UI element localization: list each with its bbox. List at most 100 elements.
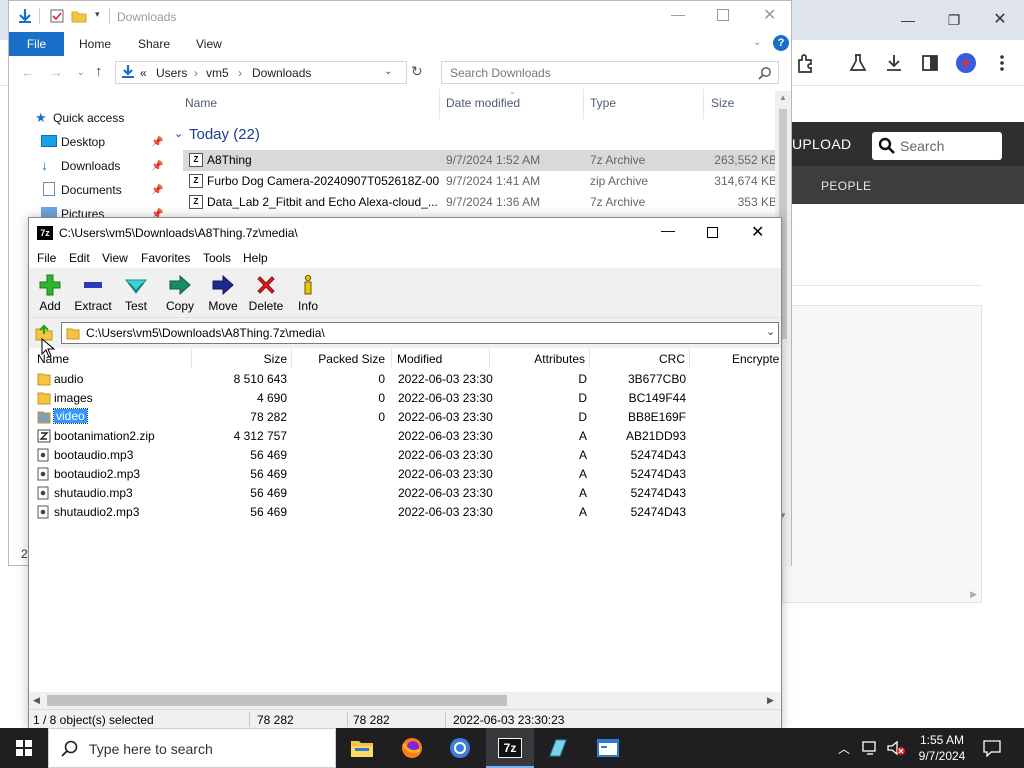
explorer-search-input[interactable]: Search Downloads [441, 61, 779, 84]
site-nav-people[interactable]: PEOPLE [821, 179, 871, 193]
forward-arrow-icon[interactable]: → [49, 64, 63, 80]
explorer-close-button[interactable]: ✕ [763, 5, 776, 25]
column-divider[interactable] [703, 89, 704, 119]
scroll-right-icon[interactable]: ▶ [767, 695, 774, 706]
menu-favorites[interactable]: Favorites [141, 251, 190, 265]
nav-desktop[interactable]: Desktop [61, 135, 105, 149]
7zip-close-button[interactable]: ✕ [751, 222, 764, 242]
scrollbar-thumb[interactable] [47, 695, 507, 706]
column-crc[interactable]: CRC [591, 352, 685, 366]
refresh-icon[interactable]: ↻ [411, 63, 423, 80]
column-divider[interactable] [589, 348, 590, 368]
extensions-icon[interactable] [794, 51, 818, 75]
column-divider[interactable] [291, 348, 292, 368]
file-row[interactable]: Z Furbo Dog Camera-20240907T052618Z-001 … [183, 171, 779, 192]
taskbar-7zip[interactable]: 7z [486, 728, 534, 768]
browser-minimize-button[interactable]: — [896, 8, 920, 32]
column-name[interactable]: Name [185, 96, 217, 110]
scroll-right-arrow-icon[interactable]: ▶ [970, 589, 977, 600]
7zip-maximize-button[interactable] [707, 227, 718, 238]
taskbar-search-box[interactable]: Type here to search [48, 728, 336, 768]
start-button[interactable] [0, 728, 48, 768]
add-button[interactable]: Add [27, 273, 73, 313]
explorer-maximize-button[interactable] [717, 9, 729, 21]
scroll-up-icon[interactable]: ▲ [779, 93, 787, 102]
menu-help[interactable]: Help [243, 251, 268, 265]
nav-downloads[interactable]: Downloads [61, 159, 120, 173]
site-upload-link[interactable]: UPLOAD [792, 136, 851, 152]
extract-button[interactable]: Extract [70, 273, 116, 313]
archive-row[interactable]: bootaudio2.mp3 56 469 2022-06-03 23:30 A 524… [33, 465, 777, 484]
up-arrow-icon[interactable]: ↑ [95, 63, 103, 80]
ribbon-expand-icon[interactable]: ⌄ [753, 37, 761, 48]
show-hidden-icons-chevron-icon[interactable]: ︿ [838, 740, 850, 757]
taskbar-notepad[interactable] [534, 728, 582, 768]
new-folder-icon[interactable] [71, 8, 87, 24]
group-header-today[interactable]: Today (22) [189, 126, 260, 143]
archive-row[interactable]: shutaudio2.mp3 56 469 2022-06-03 23:30 A 524… [33, 503, 777, 522]
nav-quick-access[interactable]: Quick access [53, 111, 124, 125]
taskbar-chrome[interactable] [436, 728, 484, 768]
file-row[interactable]: Z Data_Lab 2_Fitbit and Echo Alexa-cloud… [183, 192, 779, 213]
column-date-modified[interactable]: Date modified [446, 96, 520, 110]
column-type[interactable]: Type [590, 96, 616, 110]
column-attributes[interactable]: Attributes [491, 352, 585, 366]
breadcrumb-overflow[interactable]: « [140, 66, 147, 80]
tab-view[interactable]: View [196, 37, 222, 51]
taskbar-clock[interactable]: 1:55 AM 9/7/2024 [912, 732, 972, 764]
column-divider[interactable] [689, 348, 690, 368]
7zip-minimize-button[interactable]: — [661, 222, 675, 238]
properties-icon[interactable] [49, 8, 65, 24]
column-size[interactable]: Size [711, 96, 734, 110]
archive-row[interactable]: images 4 690 0 2022-06-03 23:30 D BC149F44 [33, 389, 777, 408]
tab-file[interactable]: File [9, 32, 64, 56]
archive-row[interactable]: bootanimation2.zip 4 312 757 2022-06-03 23… [33, 427, 777, 446]
menu-view[interactable]: View [102, 251, 128, 265]
browser-maximize-button[interactable]: ❐ [942, 8, 966, 32]
7zip-horizontal-scrollbar[interactable]: ◀ ▶ [29, 692, 781, 709]
archive-row[interactable]: bootaudio.mp3 56 469 2022-06-03 23:30 A 5247… [33, 446, 777, 465]
menu-edit[interactable]: Edit [69, 251, 90, 265]
nav-documents[interactable]: Documents [61, 183, 122, 197]
browser-close-button[interactable]: ✕ [988, 8, 1012, 32]
network-icon[interactable] [862, 740, 880, 756]
column-divider[interactable] [391, 348, 392, 368]
breadcrumb-downloads[interactable]: Downloads [252, 66, 311, 80]
back-arrow-icon[interactable]: ← [21, 64, 35, 80]
profile-avatar[interactable] [954, 51, 978, 75]
path-dropdown-icon[interactable]: ⌄ [766, 325, 775, 338]
tab-home[interactable]: Home [79, 37, 111, 51]
help-icon[interactable]: ? [773, 35, 789, 51]
7zip-path-input[interactable]: C:\Users\vm5\Downloads\A8Thing.7z\media\… [61, 322, 779, 344]
taskbar-firefox[interactable] [388, 728, 436, 768]
scroll-left-icon[interactable]: ◀ [33, 695, 40, 706]
explorer-address-bar[interactable]: « Users › vm5 › Downloads ⌄ [115, 61, 407, 84]
side-panel-icon[interactable] [918, 51, 942, 75]
quick-access-toolbar-dropdown-icon[interactable]: ▾ [95, 9, 100, 20]
info-button[interactable]: Info [285, 273, 331, 313]
column-encrypted[interactable]: Encrypte [732, 352, 779, 366]
taskbar-file-explorer[interactable] [338, 728, 386, 768]
browser-menu-icon[interactable] [990, 51, 1014, 75]
column-divider[interactable] [489, 348, 490, 368]
download-icon[interactable] [882, 51, 906, 75]
move-button[interactable]: Move [200, 273, 246, 313]
volume-muted-icon[interactable] [886, 740, 906, 756]
column-modified[interactable]: Modified [397, 352, 442, 366]
archive-row[interactable]: video 78 282 0 2022-06-03 23:30 D BB8E169F [33, 408, 777, 427]
breadcrumb-users[interactable]: Users [156, 66, 187, 80]
archive-row[interactable]: shutaudio.mp3 56 469 2022-06-03 23:30 A 5247… [33, 484, 777, 503]
group-collapse-icon[interactable]: ⌄ [174, 127, 183, 140]
file-row[interactable]: Z A8Thing 9/7/2024 1:52 AM 7z Archive 26… [183, 150, 779, 171]
column-divider[interactable] [439, 89, 440, 119]
breadcrumb-vm5[interactable]: vm5 [206, 66, 229, 80]
column-divider[interactable] [191, 348, 192, 368]
labs-flask-icon[interactable] [846, 51, 870, 75]
column-size[interactable]: Size [199, 352, 287, 366]
taskbar-terminal[interactable] [584, 728, 632, 768]
explorer-minimize-button[interactable]: — [671, 6, 685, 22]
menu-tools[interactable]: Tools [203, 251, 231, 265]
address-dropdown-icon[interactable]: ⌄ [384, 66, 392, 77]
menu-file[interactable]: File [37, 251, 56, 265]
tab-share[interactable]: Share [138, 37, 170, 51]
